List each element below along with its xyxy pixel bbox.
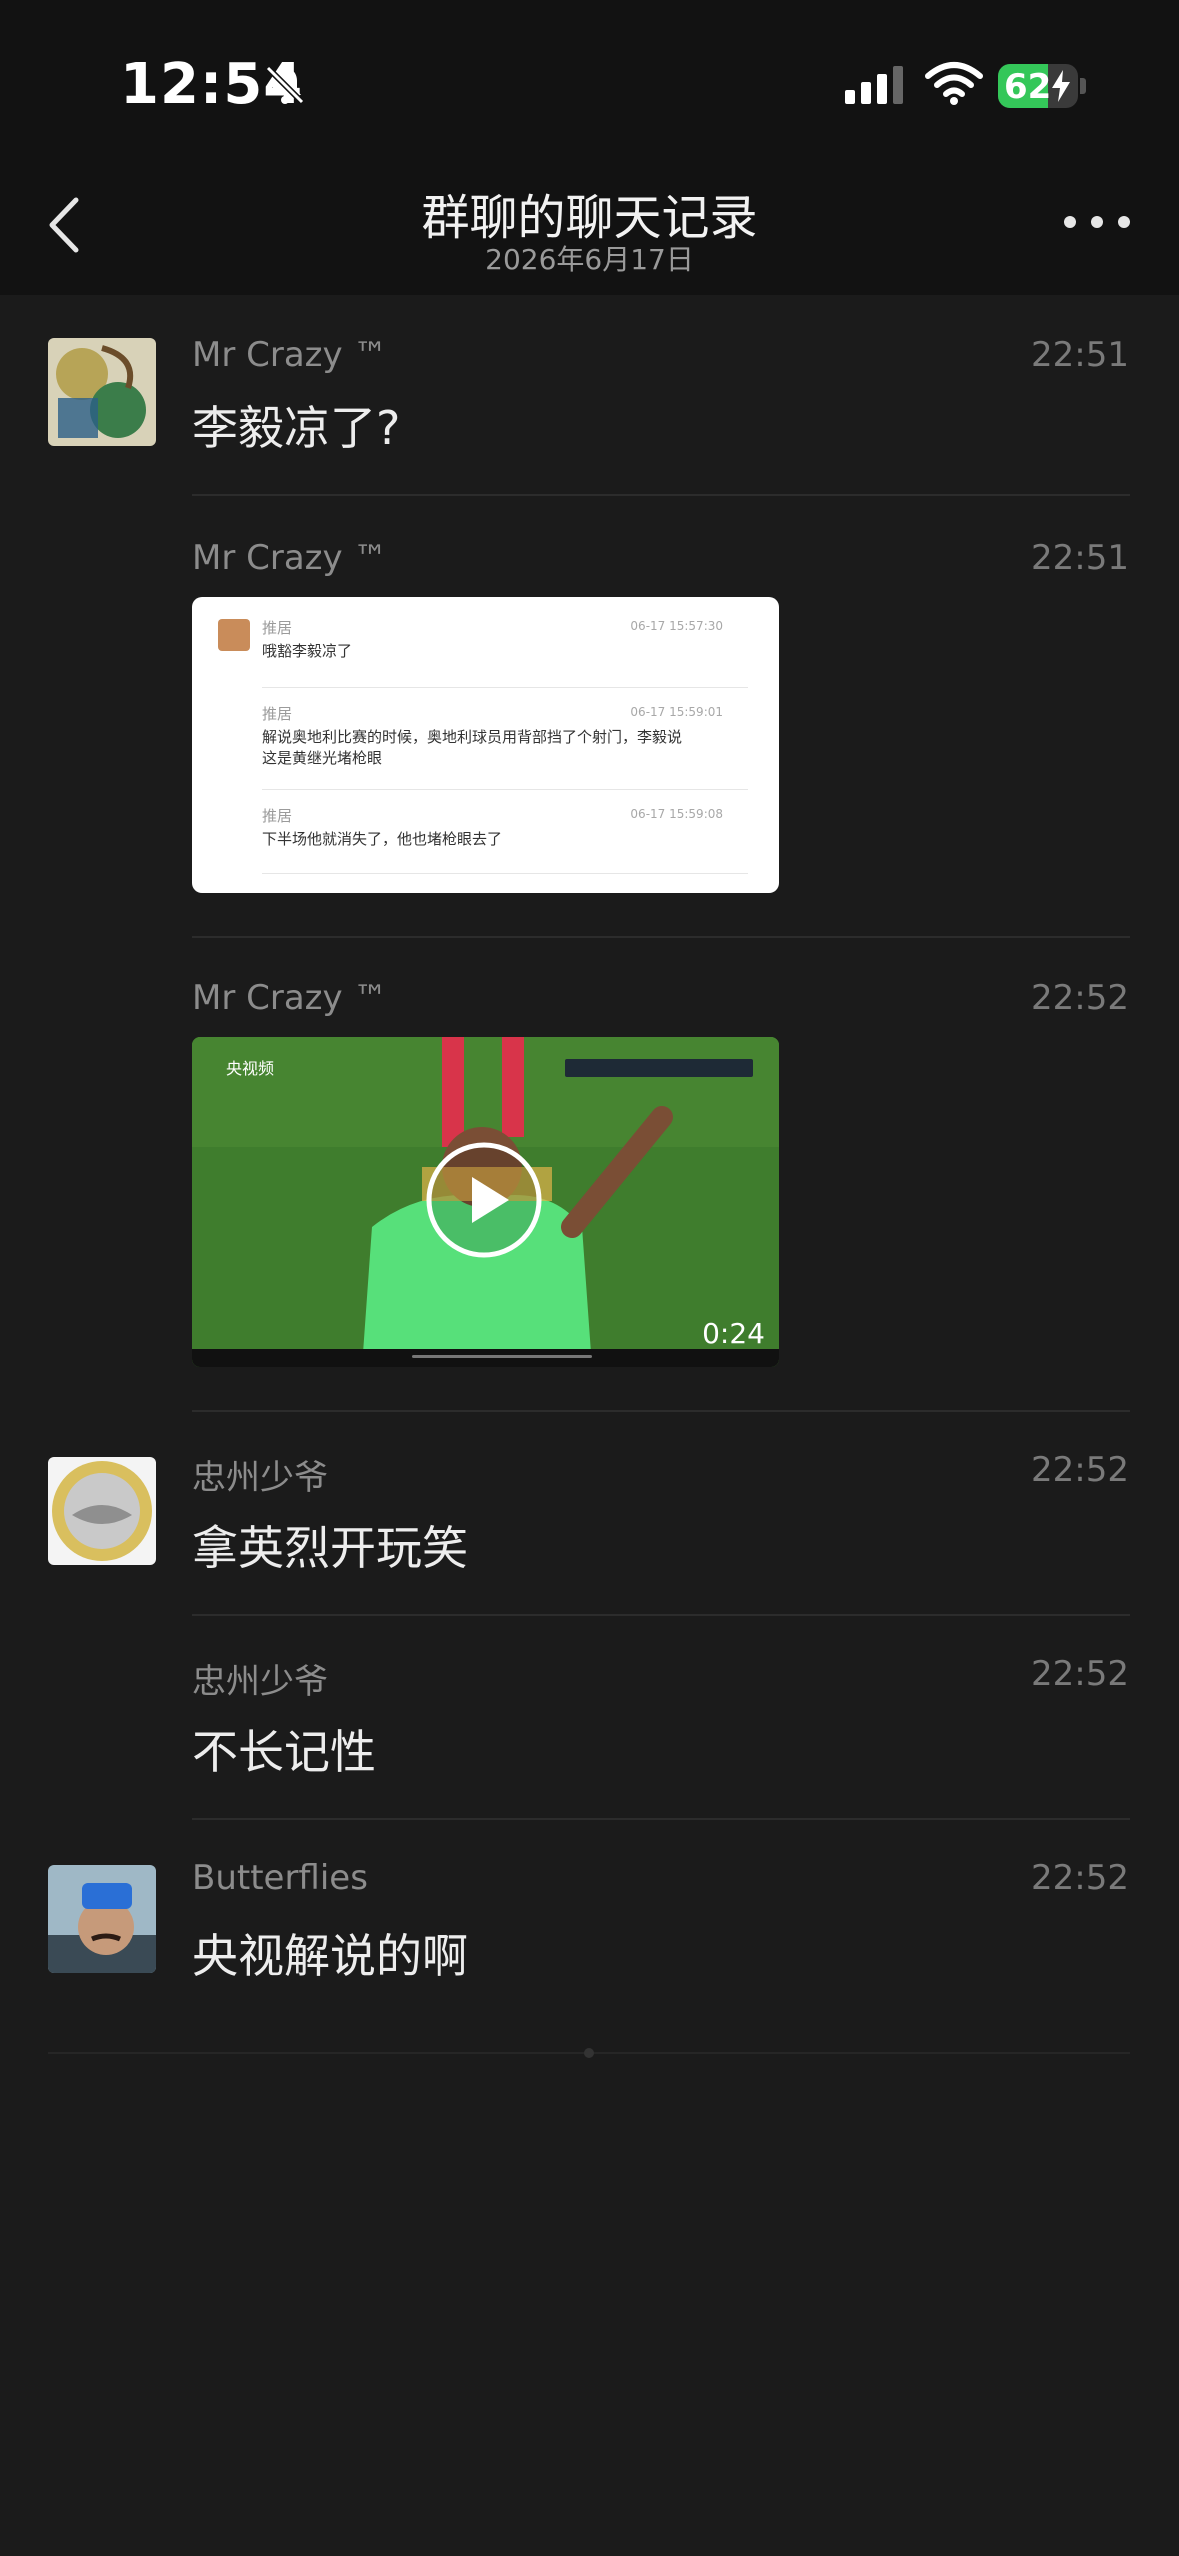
- message-text[interactable]: 央视解说的啊: [192, 1920, 468, 1986]
- play-icon[interactable]: [425, 1141, 543, 1259]
- divider: [262, 873, 748, 874]
- forwarded-time: 06-17 15:57:30: [630, 619, 723, 633]
- message-time: 22:52: [1031, 1450, 1129, 1490]
- forwarded-time: 06-17 15:59:08: [630, 807, 723, 821]
- wifi-icon: [925, 62, 983, 105]
- message-time: 22:51: [1031, 538, 1129, 578]
- battery-charging-icon: [1052, 70, 1070, 102]
- sender-name: Mr Crazy ™: [192, 335, 388, 375]
- forwarded-text: 下半场他就消失了，他也堵枪眼去了: [262, 830, 503, 848]
- forwarded-text: 解说奥地利比赛的时候，奥地利球员用背部挡了个射门，李毅说这是黄继光堵枪眼: [262, 728, 683, 767]
- divider: [262, 687, 748, 688]
- avatar-image: [48, 1865, 156, 1973]
- forwarded-avatar: [218, 619, 250, 651]
- message-text[interactable]: 不长记性: [192, 1716, 376, 1782]
- video-channel-logo: 央视频: [226, 1059, 275, 1078]
- forwarded-chat-card[interactable]: 推居 06-17 15:57:30 哦豁李毅凉了 推居 06-17 15:59:…: [192, 597, 779, 893]
- sender-name: 忠州少爷: [192, 1458, 328, 1498]
- message-time: 22:52: [1031, 1654, 1129, 1694]
- divider: [192, 494, 1130, 496]
- sender-name: Mr Crazy ™: [192, 978, 388, 1018]
- bell-slash-icon: [265, 65, 305, 105]
- divider: [192, 1614, 1130, 1616]
- divider: [192, 1818, 1130, 1820]
- avatar-image: [48, 1457, 156, 1565]
- avatar[interactable]: [48, 338, 156, 446]
- video-message[interactable]: 央视频 0:24: [192, 1037, 779, 1367]
- divider: [262, 789, 748, 790]
- battery-indicator: 62: [998, 64, 1078, 108]
- cellular-signal-icon: [845, 66, 903, 104]
- video-scoreboard: [565, 1059, 753, 1077]
- page-subtitle: 2026年6月17日: [485, 243, 694, 276]
- divider: [192, 1410, 1130, 1412]
- divider: [192, 936, 1130, 938]
- forwarded-sender: 推居: [262, 807, 293, 825]
- message-time: 22:52: [1031, 978, 1129, 1018]
- battery-cap: [1080, 78, 1086, 94]
- message-time: 22:52: [1031, 1858, 1129, 1898]
- forwarded-text: 哦豁李毅凉了: [262, 642, 353, 660]
- more-icon[interactable]: [1062, 210, 1132, 234]
- forwarded-sender: 推居: [262, 619, 293, 637]
- end-dot: [584, 2048, 594, 2058]
- sender-name: 忠州少爷: [192, 1662, 328, 1702]
- status-bar: 12:54 62: [0, 0, 1179, 150]
- video-progress-bar: [192, 1349, 779, 1367]
- sender-name: Butterflies: [192, 1858, 368, 1898]
- forwarded-sender: 推居: [262, 705, 293, 723]
- message-text[interactable]: 李毅凉了?: [192, 392, 400, 458]
- sender-name: Mr Crazy ™: [192, 538, 388, 578]
- message-text[interactable]: 拿英烈开玩笑: [192, 1512, 468, 1578]
- nav-bar: 群聊的聊天记录 2026年6月17日: [0, 150, 1179, 295]
- message-time: 22:51: [1031, 335, 1129, 375]
- avatar[interactable]: [48, 1865, 156, 1973]
- avatar-image: [48, 338, 156, 446]
- forwarded-time: 06-17 15:59:01: [630, 705, 723, 719]
- battery-percent: 62: [1004, 67, 1052, 107]
- video-duration: 0:24: [702, 1317, 765, 1350]
- avatar[interactable]: [48, 1457, 156, 1565]
